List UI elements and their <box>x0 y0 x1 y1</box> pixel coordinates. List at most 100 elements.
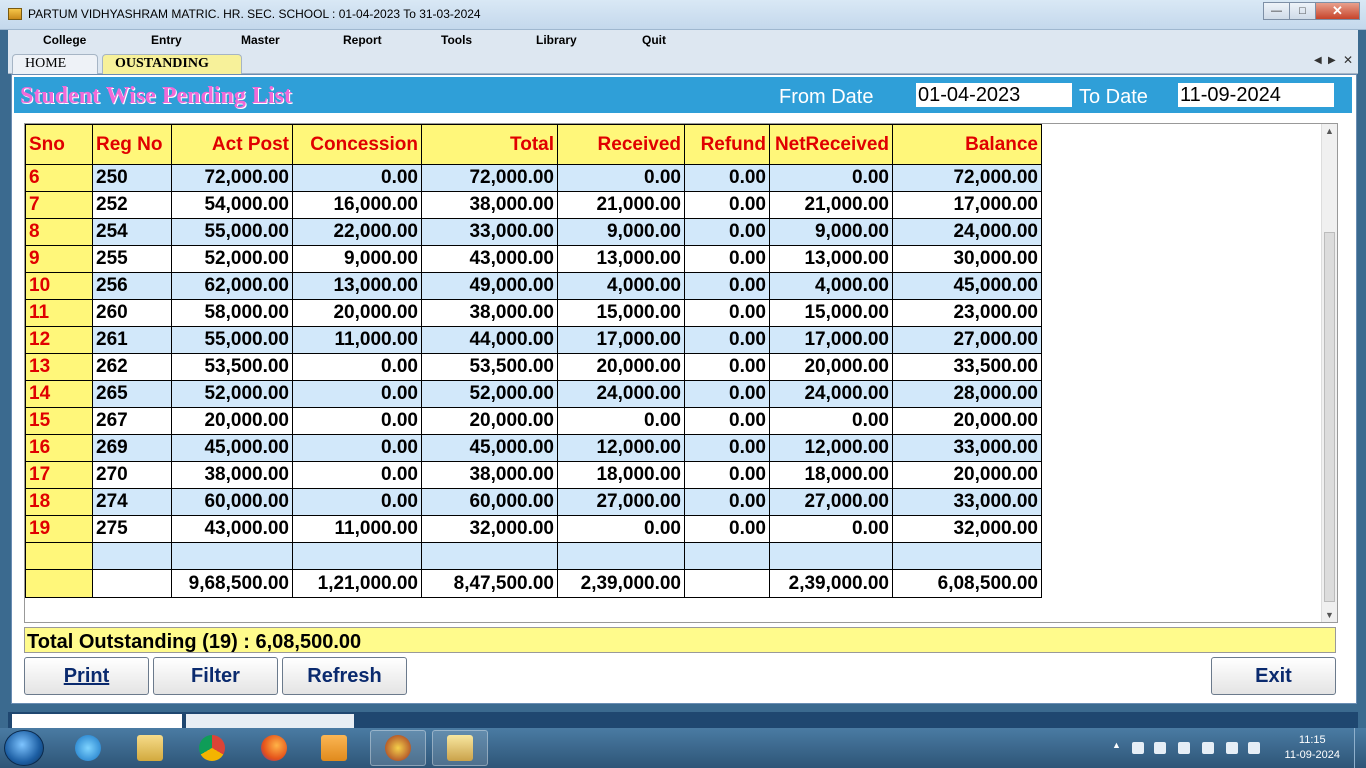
cell-received[interactable]: 20,000.00 <box>557 353 685 381</box>
cell-concession[interactable]: 0.00 <box>292 164 422 192</box>
empty-cell[interactable] <box>769 542 893 570</box>
cell-concession[interactable]: 20,000.00 <box>292 299 422 327</box>
scroll-thumb[interactable] <box>1324 232 1335 602</box>
cell-refund[interactable]: 0.00 <box>684 272 770 300</box>
cell-balance[interactable]: 23,000.00 <box>892 299 1042 327</box>
menu-tools[interactable]: Tools <box>441 33 472 47</box>
empty-cell[interactable] <box>892 542 1042 570</box>
taskbar-clock[interactable]: 11:15 11-09-2024 <box>1285 733 1340 763</box>
empty-cell[interactable] <box>92 542 172 570</box>
tab-close-icon[interactable]: ✕ <box>1343 53 1353 67</box>
table-row[interactable]: 6 250 72,000.00 0.00 72,000.00 0.00 0.00 0.00 72… <box>25 164 1042 192</box>
cell-received[interactable]: 15,000.00 <box>557 299 685 327</box>
cell-total[interactable]: 38,000.00 <box>421 191 558 219</box>
empty-cell[interactable] <box>421 542 558 570</box>
media-player-icon[interactable] <box>306 730 362 766</box>
cell-received[interactable]: 21,000.00 <box>557 191 685 219</box>
cell-net-received[interactable]: 18,000.00 <box>769 461 893 489</box>
cell-net-received[interactable]: 0.00 <box>769 407 893 435</box>
empty-cell[interactable] <box>171 542 293 570</box>
menu-quit[interactable]: Quit <box>642 33 666 47</box>
cell-act-post[interactable]: 20,000.00 <box>171 407 293 435</box>
cell-received[interactable]: 27,000.00 <box>557 488 685 516</box>
cell-sno[interactable]: 19 <box>25 515 93 543</box>
cell-total[interactable]: 52,000.00 <box>421 380 558 408</box>
cell-sno[interactable]: 14 <box>25 380 93 408</box>
col-net-received[interactable]: NetReceived <box>769 124 893 165</box>
cell-reg-no[interactable]: 256 <box>92 272 172 300</box>
start-button[interactable] <box>4 730 44 766</box>
cell-act-post[interactable]: 43,000.00 <box>171 515 293 543</box>
cell-act-post[interactable]: 72,000.00 <box>171 164 293 192</box>
cell-concession[interactable]: 0.00 <box>292 488 422 516</box>
cell-total[interactable]: 60,000.00 <box>421 488 558 516</box>
cell-received[interactable]: 0.00 <box>557 515 685 543</box>
cell-balance[interactable]: 24,000.00 <box>892 218 1042 246</box>
tab-home[interactable]: HOME <box>12 54 98 74</box>
cell-net-received[interactable]: 9,000.00 <box>769 218 893 246</box>
cell-balance[interactable]: 20,000.00 <box>892 407 1042 435</box>
cell-concession[interactable]: 9,000.00 <box>292 245 422 273</box>
table-row[interactable]: 11 260 58,000.00 20,000.00 38,000.00 15,000.0… <box>25 299 1042 327</box>
cell-net-received[interactable]: 20,000.00 <box>769 353 893 381</box>
to-date-field[interactable]: 11-09-2024 <box>1178 83 1334 107</box>
cell-reg-no[interactable]: 267 <box>92 407 172 435</box>
cell-balance[interactable]: 17,000.00 <box>892 191 1042 219</box>
cell-received[interactable]: 13,000.00 <box>557 245 685 273</box>
cell-concession[interactable]: 11,000.00 <box>292 515 422 543</box>
cell-refund[interactable]: 0.00 <box>684 380 770 408</box>
cell-act-post[interactable]: 58,000.00 <box>171 299 293 327</box>
cell-act-post[interactable]: 52,000.00 <box>171 245 293 273</box>
cell-reg-no[interactable]: 270 <box>92 461 172 489</box>
cell-concession[interactable]: 13,000.00 <box>292 272 422 300</box>
col-concession[interactable]: Concession <box>292 124 422 165</box>
cell-concession[interactable]: 0.00 <box>292 353 422 381</box>
tab-prev-icon[interactable]: ◀ <box>1314 55 1322 66</box>
cell-refund[interactable]: 0.00 <box>684 353 770 381</box>
scroll-up-icon[interactable]: ▲ <box>1325 126 1334 136</box>
cell-received[interactable]: 17,000.00 <box>557 326 685 354</box>
table-row[interactable]: 16 269 45,000.00 0.00 45,000.00 12,000.00 0.00… <box>25 434 1042 462</box>
from-date-field[interactable]: 01-04-2023 <box>916 83 1072 107</box>
print-button[interactable]: Print <box>24 657 149 695</box>
empty-cell[interactable] <box>292 542 422 570</box>
table-row[interactable]: 12 261 55,000.00 11,000.00 44,000.00 17,000.0… <box>25 326 1042 354</box>
menu-library[interactable]: Library <box>536 33 577 47</box>
table-row[interactable]: 7 252 54,000.00 16,000.00 38,000.00 21,000.00… <box>25 191 1042 219</box>
cell-act-post[interactable]: 54,000.00 <box>171 191 293 219</box>
cell-sno[interactable]: 17 <box>25 461 93 489</box>
cell-net-received[interactable]: 17,000.00 <box>769 326 893 354</box>
table-row[interactable]: 13 262 53,500.00 0.00 53,500.00 20,000.00 0.00… <box>25 353 1042 381</box>
cell-sno[interactable]: 9 <box>25 245 93 273</box>
col-refund[interactable]: Refund <box>684 124 770 165</box>
table-row[interactable]: 8 254 55,000.00 22,000.00 33,000.00 9,000.00 0… <box>25 218 1042 246</box>
col-act-post[interactable]: Act Post <box>171 124 293 165</box>
cell-balance[interactable]: 33,000.00 <box>892 488 1042 516</box>
cell-sno[interactable]: 6 <box>25 164 93 192</box>
cell-total[interactable]: 72,000.00 <box>421 164 558 192</box>
cell-total[interactable]: 53,500.00 <box>421 353 558 381</box>
chrome-icon[interactable] <box>184 730 240 766</box>
tray-volume-icon[interactable] <box>1248 742 1260 754</box>
cell-refund[interactable]: 0.00 <box>684 407 770 435</box>
close-button[interactable]: ✕ <box>1315 2 1360 20</box>
table-row[interactable]: 10 256 62,000.00 13,000.00 49,000.00 4,000.00… <box>25 272 1042 300</box>
cell-balance[interactable]: 72,000.00 <box>892 164 1042 192</box>
tray-expand-icon[interactable]: ▲ <box>1112 740 1124 752</box>
exit-button[interactable]: Exit <box>1211 657 1336 695</box>
cell-concession[interactable]: 0.00 <box>292 461 422 489</box>
cell-sno[interactable]: 10 <box>25 272 93 300</box>
cell-concession[interactable]: 0.00 <box>292 407 422 435</box>
cell-total[interactable]: 44,000.00 <box>421 326 558 354</box>
tray-usb-icon[interactable] <box>1178 742 1190 754</box>
cell-total[interactable]: 49,000.00 <box>421 272 558 300</box>
cell-refund[interactable]: 0.00 <box>684 218 770 246</box>
cell-sno[interactable]: 11 <box>25 299 93 327</box>
col-balance[interactable]: Balance <box>892 124 1042 165</box>
empty-cell[interactable] <box>25 542 93 570</box>
cell-balance[interactable]: 20,000.00 <box>892 461 1042 489</box>
cell-balance[interactable]: 45,000.00 <box>892 272 1042 300</box>
col-total[interactable]: Total <box>421 124 558 165</box>
cell-reg-no[interactable]: 265 <box>92 380 172 408</box>
menu-entry[interactable]: Entry <box>151 33 182 47</box>
